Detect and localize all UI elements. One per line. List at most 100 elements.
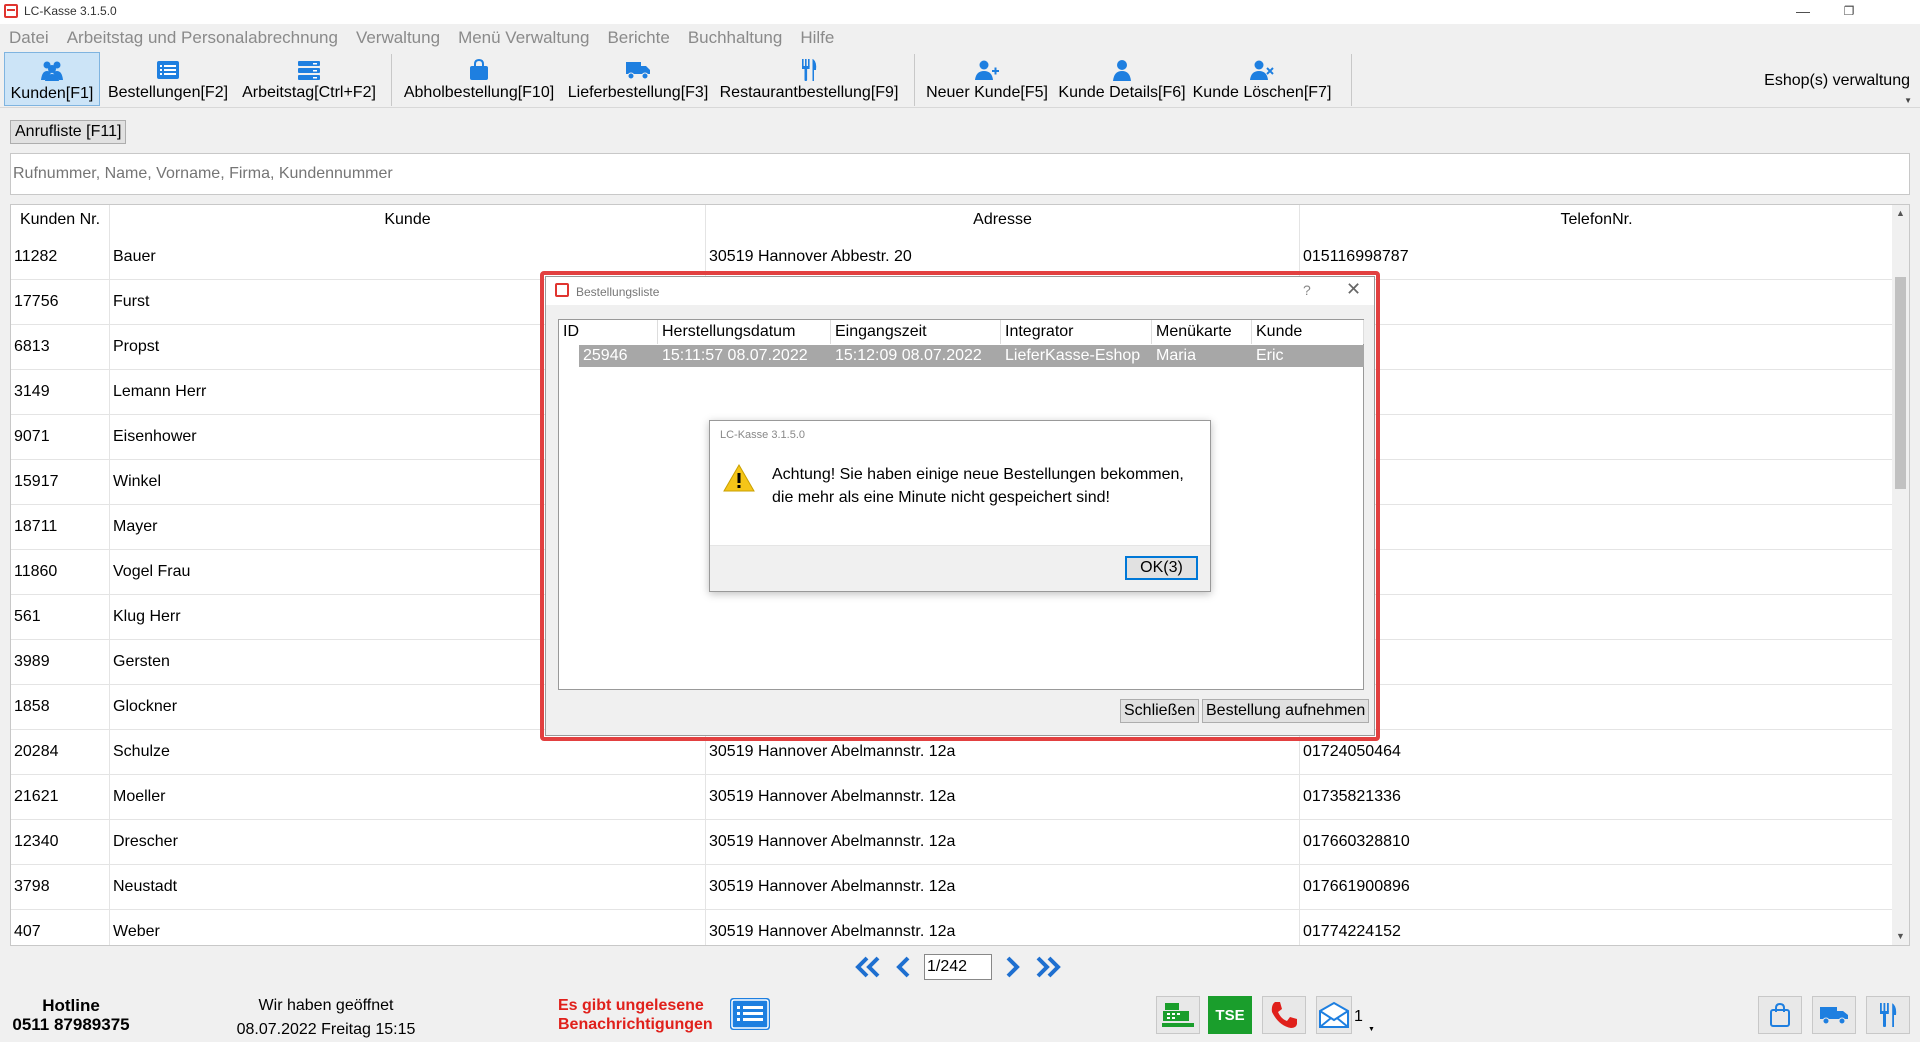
tse-button[interactable]: TSE <box>1208 996 1252 1034</box>
close-icon[interactable]: ✕ <box>1346 279 1361 300</box>
menu-berichte[interactable]: Berichte <box>598 26 678 50</box>
page-input[interactable]: 1/242 <box>924 954 992 980</box>
chevron-down-icon[interactable]: ▼ <box>1904 96 1912 105</box>
arbeitstag-button[interactable]: Arbeitstag[Ctrl+F2] <box>236 52 382 106</box>
neuer-kunde-button[interactable]: Neuer Kunde[F5] <box>922 52 1052 106</box>
menu-arbeitstag[interactable]: Arbeitstag und Personalabrechnung <box>58 26 347 50</box>
cell-adresse: 30519 Hannover Abelmannstr. 12a <box>706 820 1300 864</box>
cell-telefon: 017661900896 <box>1300 865 1894 909</box>
column-header-adresse[interactable]: Adresse <box>706 205 1300 235</box>
column-header-kunden-nr[interactable]: Kunden Nr. <box>11 205 110 235</box>
kunde-loeschen-label: Kunde Löschen[F7] <box>1192 84 1332 101</box>
table-row[interactable]: 21621 Moeller 30519 Hannover Abelmannstr. … <box>11 775 1894 820</box>
users-icon <box>39 59 65 83</box>
dialog-title-bar: Bestellungsliste ? ✕ <box>546 277 1374 305</box>
kunde-details-button[interactable]: Kunde Details[F6] <box>1052 52 1192 106</box>
first-page-button[interactable] <box>852 954 884 980</box>
kunde-loeschen-button[interactable]: Kunde Löschen[F7] <box>1192 52 1332 106</box>
abholbestellung-button[interactable]: Abholbestellung[F10] <box>400 52 558 106</box>
cutlery-icon <box>1880 1003 1897 1027</box>
anrufliste-button[interactable]: Anrufliste [F11] <box>10 120 127 144</box>
cell-kunden-nr: 12340 <box>11 820 110 864</box>
chevron-left-icon <box>896 956 910 978</box>
bestellungen-label: Bestellungen[F2] <box>107 84 229 101</box>
app-logo-icon <box>4 4 18 18</box>
menu-menue-verwaltung[interactable]: Menü Verwaltung <box>449 26 598 50</box>
column-header-menuekarte[interactable]: Menükarte <box>1152 320 1252 344</box>
menu-hilfe[interactable]: Hilfe <box>791 26 843 50</box>
phone-button[interactable] <box>1262 996 1306 1034</box>
previous-page-button[interactable] <box>890 954 918 980</box>
cell-kunden-nr: 18711 <box>11 505 110 549</box>
cell-kunden-nr: 1858 <box>11 685 110 729</box>
cell-adresse: 30519 Hannover Abelmannstr. 12a <box>706 910 1300 945</box>
shopping-bag-icon <box>1770 1002 1790 1027</box>
menu-buchhaltung[interactable]: Buchhaltung <box>679 26 792 50</box>
eshop-verwaltung-button[interactable]: Eshop(s) verwaltung <box>1764 72 1910 90</box>
next-page-button[interactable] <box>998 954 1026 980</box>
table-row[interactable]: 12340 Drescher 30519 Hannover Abelmannstr.… <box>11 820 1894 865</box>
cell-kunden-nr: 3798 <box>11 865 110 909</box>
opening-text: Wir haben geöffnet <box>258 997 394 1014</box>
cell-telefon: 01724050464 <box>1300 730 1894 774</box>
order-menu: Maria <box>1156 347 1197 364</box>
warning-message-box: LC-Kasse 3.1.5.0 Achtung! Sie haben eini… <box>709 420 1211 592</box>
last-page-button[interactable] <box>1032 954 1064 980</box>
column-header-integrator[interactable]: Integrator <box>1001 320 1152 344</box>
cell-kunden-nr: 17756 <box>11 280 110 324</box>
app-logo-icon <box>555 283 569 297</box>
restore-button[interactable]: ❐ <box>1826 0 1872 24</box>
order-list-header: ID Herstellungsdatum Eingangszeit Integr… <box>559 320 1364 344</box>
column-header-telefon[interactable]: TelefonNr. <box>1300 205 1894 235</box>
column-header-eingangszeit[interactable]: Eingangszeit <box>831 320 1001 344</box>
table-row[interactable]: 407 Weber 30519 Hannover Abelmannstr. 12a 0… <box>11 910 1894 945</box>
cell-telefon: 017660328810 <box>1300 820 1894 864</box>
scroll-down-icon[interactable]: ▼ <box>1892 928 1909 945</box>
pagination: 1/242 <box>852 954 1064 980</box>
bestellung-aufnehmen-button[interactable]: Bestellung aufnehmen <box>1202 699 1370 723</box>
kunden-button[interactable]: Kunden[F1] <box>4 52 100 106</box>
cutlery-icon <box>796 58 822 82</box>
server-icon <box>296 58 322 82</box>
cell-kunde: Moeller <box>110 775 706 819</box>
toolbar: Kunden[F1] Bestellungen[F2] Arbeitstag[C… <box>0 52 1920 108</box>
restaurant-order-button[interactable] <box>1866 996 1910 1034</box>
mail-dropdown-icon[interactable]: ▼ <box>1368 1026 1375 1033</box>
cell-telefon: 1255 <box>1300 595 1894 639</box>
message-title: LC-Kasse 3.1.5.0 <box>720 429 805 441</box>
schliessen-button[interactable]: Schließen <box>1120 699 1200 723</box>
cell-kunden-nr: 11282 <box>11 235 110 279</box>
column-header-kunde[interactable]: Kunde <box>110 205 706 235</box>
table-scrollbar[interactable]: ▲ ▼ <box>1892 205 1909 945</box>
search-input[interactable] <box>10 153 1910 195</box>
cell-kunde: Weber <box>110 910 706 945</box>
table-row[interactable]: 3798 Neustadt 30519 Hannover Abelmannstr. … <box>11 865 1894 910</box>
table-header: Kunden Nr. Kunde Adresse TelefonNr. <box>11 205 1894 235</box>
restaurantbestellung-button[interactable]: Restaurantbestellung[F9] <box>718 52 900 106</box>
column-header-id[interactable]: ID <box>559 320 658 344</box>
title-bar: LC-Kasse 3.1.5.0 — ❐ <box>0 0 1920 24</box>
pickup-order-button[interactable] <box>1758 996 1802 1034</box>
delivery-order-button[interactable] <box>1812 996 1856 1034</box>
scroll-up-icon[interactable]: ▲ <box>1892 205 1909 222</box>
notifications-button[interactable] <box>728 996 772 1032</box>
menu-verwaltung[interactable]: Verwaltung <box>347 26 449 50</box>
cell-telefon: 015116998787 <box>1300 235 1894 279</box>
cash-register-button[interactable] <box>1156 996 1200 1034</box>
order-id: 25946 <box>583 347 628 364</box>
minimize-button[interactable]: — <box>1780 0 1826 24</box>
lieferbestellung-button[interactable]: Lieferbestellung[F3] <box>558 52 718 106</box>
help-button[interactable]: ? <box>1303 282 1311 298</box>
ok-button[interactable]: OK(3) <box>1125 556 1198 580</box>
mail-count: 1 <box>1354 1008 1363 1025</box>
menu-datei[interactable]: Datei <box>0 26 58 50</box>
cell-kunden-nr: 6813 <box>11 325 110 369</box>
restaurantbestellung-label: Restaurantbestellung[F9] <box>719 84 899 101</box>
bestellungen-button[interactable]: Bestellungen[F2] <box>100 52 236 106</box>
order-row[interactable]: 25946 15:11:57 08.07.2022 15:12:09 08.07… <box>579 345 1364 367</box>
column-header-kunde[interactable]: Kunde <box>1252 320 1364 344</box>
column-header-herstellungsdatum[interactable]: Herstellungsdatum <box>658 320 831 344</box>
mail-button[interactable] <box>1316 996 1352 1034</box>
scrollbar-thumb[interactable] <box>1895 277 1906 489</box>
neuer-kunde-label: Neuer Kunde[F5] <box>926 84 1048 101</box>
